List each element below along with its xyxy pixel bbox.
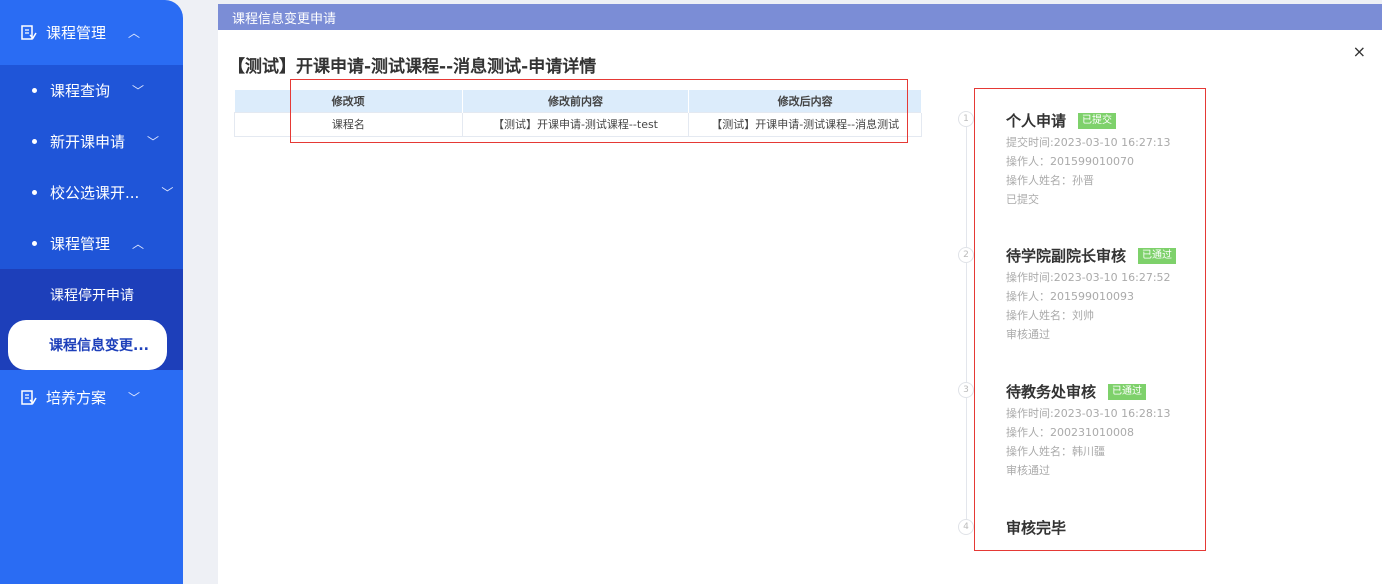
sidebar-item-label: 课程查询 bbox=[50, 82, 111, 100]
step-operator-name: 操作人姓名：刘帅 bbox=[1006, 309, 1094, 322]
sidebar-item-public-elective[interactable]: 校公选课开... ﹀ bbox=[0, 167, 183, 218]
document-icon bbox=[20, 389, 38, 407]
sidebar-item-training-plan[interactable]: 培养方案 ﹀ bbox=[0, 370, 183, 425]
sidebar-item-course-query[interactable]: 课程查询 ﹀ bbox=[0, 65, 183, 116]
step-operator-name: 操作人姓名：韩川疆 bbox=[1006, 445, 1105, 458]
step-time: 操作时间:2023-03-10 16:27:52 bbox=[1006, 271, 1171, 284]
close-icon[interactable]: × bbox=[1353, 42, 1366, 61]
sidebar-item-course-management-sub[interactable]: 课程管理 ︿ bbox=[0, 218, 183, 269]
status-badge: 已提交 bbox=[1078, 112, 1117, 129]
bullet-icon bbox=[32, 241, 37, 246]
sidebar-item-label: 培养方案 bbox=[46, 389, 107, 407]
detail-panel: 课程信息变更申请 × 【测试】开课申请-测试课程--消息测试-申请详情 修改项 … bbox=[218, 4, 1382, 584]
step-number: 3 bbox=[958, 382, 974, 398]
step-operator: 操作人：201599010093 bbox=[1006, 290, 1134, 303]
sidebar-item-label: 课程管理 bbox=[50, 235, 111, 253]
step-title: 待教务处审核 bbox=[1006, 383, 1097, 401]
step-title: 审核完毕 bbox=[1006, 519, 1067, 537]
timeline-step: 审核完毕 bbox=[1006, 517, 1066, 538]
chevron-up-icon: ︿ bbox=[128, 26, 141, 40]
sidebar-item-label: 课程停开申请 bbox=[50, 287, 134, 304]
step-title: 待学院副院长审核 bbox=[1006, 247, 1127, 265]
step-operator: 操作人：201599010070 bbox=[1006, 155, 1134, 168]
timeline-line bbox=[966, 119, 967, 532]
status-badge: 已通过 bbox=[1108, 383, 1147, 400]
step-number: 4 bbox=[958, 519, 974, 535]
sidebar-subsubmenu: 课程停开申请 课程信息变更... bbox=[0, 269, 183, 370]
sidebar-item-course-management[interactable]: 课程管理 ︿ bbox=[0, 0, 183, 65]
step-operator-name: 操作人姓名：孙晋 bbox=[1006, 174, 1094, 187]
step-time: 提交时间:2023-03-10 16:27:13 bbox=[1006, 136, 1171, 149]
chevron-up-icon: ︿ bbox=[132, 237, 145, 251]
sidebar: 课程管理 ︿ 课程查询 ﹀ 新开课申请 ﹀ 校公选课开... ﹀ 课程管理 ︿ … bbox=[0, 0, 183, 584]
chevron-down-icon: ﹀ bbox=[161, 186, 174, 200]
sidebar-submenu: 课程查询 ﹀ 新开课申请 ﹀ 校公选课开... ﹀ 课程管理 ︿ 课程停开申请 bbox=[0, 65, 183, 370]
sidebar-item-course-suspend-apply[interactable]: 课程停开申请 bbox=[0, 269, 183, 320]
step-operator: 操作人：200231010008 bbox=[1006, 426, 1134, 439]
step-time: 操作时间:2023-03-10 16:28:13 bbox=[1006, 407, 1171, 420]
bullet-icon bbox=[32, 88, 37, 93]
app-root: 课程管理 ︿ 课程查询 ﹀ 新开课申请 ﹀ 校公选课开... ﹀ 课程管理 ︿ … bbox=[0, 0, 1382, 584]
content-gutter bbox=[183, 0, 211, 584]
sidebar-item-label: 校公选课开... bbox=[50, 184, 140, 202]
step-title: 个人申请 bbox=[1006, 112, 1067, 130]
sidebar-item-label: 课程信息变更... bbox=[49, 338, 149, 354]
bullet-icon bbox=[32, 139, 37, 144]
sidebar-item-label: 新开课申请 bbox=[50, 133, 126, 151]
bullet-icon bbox=[32, 190, 37, 195]
panel-header: 课程信息变更申请 bbox=[218, 4, 1382, 30]
step-status: 审核通过 bbox=[1006, 328, 1050, 341]
step-number: 1 bbox=[958, 111, 974, 127]
step-status: 已提交 bbox=[1006, 193, 1039, 206]
chevron-down-icon: ﹀ bbox=[147, 135, 160, 149]
chevron-down-icon: ﹀ bbox=[132, 84, 145, 98]
sidebar-item-label: 课程管理 bbox=[46, 24, 107, 42]
chevron-down-icon: ﹀ bbox=[128, 391, 141, 405]
page-title: 【测试】开课申请-测试课程--消息测试-申请详情 bbox=[228, 57, 597, 77]
step-status: 审核通过 bbox=[1006, 464, 1050, 477]
status-badge: 已通过 bbox=[1138, 247, 1177, 264]
timeline-step: 待教务处审核 已通过 操作时间:2023-03-10 16:28:13 操作人：… bbox=[1006, 381, 1171, 480]
highlight-box bbox=[290, 79, 908, 143]
step-number: 2 bbox=[958, 247, 974, 263]
timeline-step: 个人申请 已提交 提交时间:2023-03-10 16:27:13 操作人：20… bbox=[1006, 110, 1171, 209]
timeline-step: 待学院副院长审核 已通过 操作时间:2023-03-10 16:27:52 操作… bbox=[1006, 245, 1177, 344]
sidebar-item-new-course-apply[interactable]: 新开课申请 ﹀ bbox=[0, 116, 183, 167]
sidebar-item-course-info-change[interactable]: 课程信息变更... bbox=[8, 320, 167, 370]
document-icon bbox=[20, 24, 38, 42]
